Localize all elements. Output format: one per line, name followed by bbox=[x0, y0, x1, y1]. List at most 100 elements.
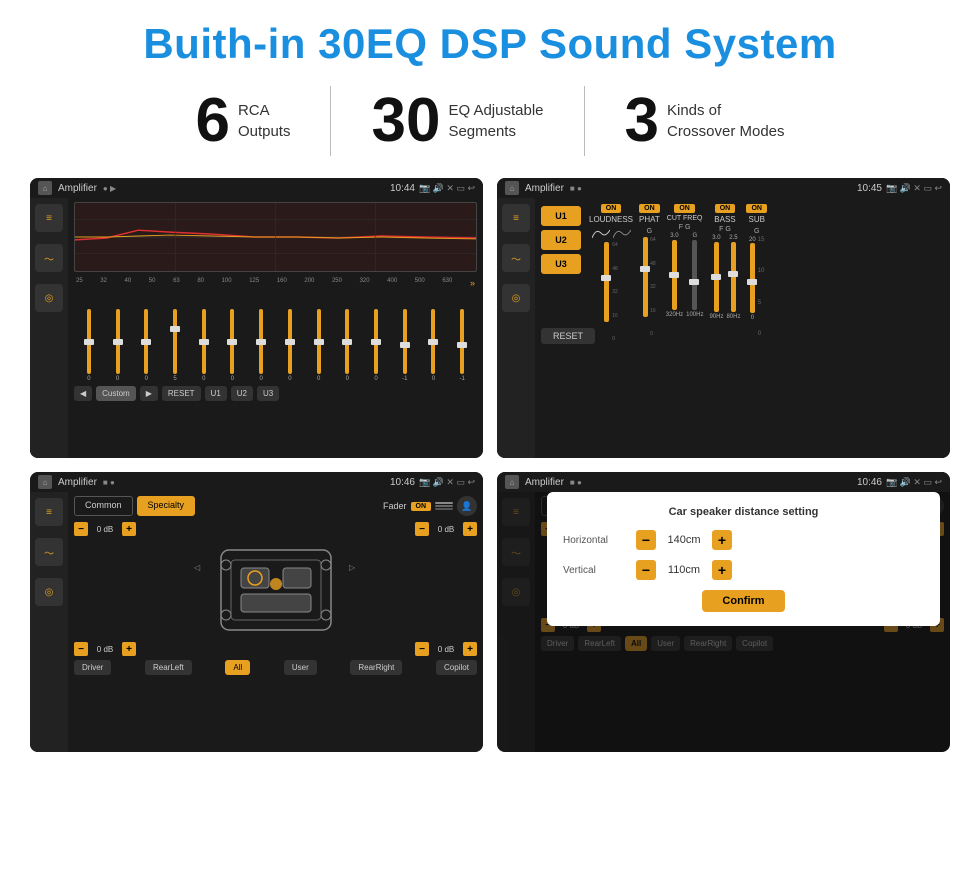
fader-status-dots: ■ ● bbox=[103, 478, 115, 487]
cross-channel-controls: ON LOUDNESS 644832160 bbox=[589, 204, 944, 322]
dialog-ctrl-2: 〜 bbox=[502, 538, 530, 566]
left-top-minus[interactable]: − bbox=[74, 522, 88, 536]
dialog-ctrl-1: ≡ bbox=[502, 498, 530, 526]
slider-7[interactable]: 0 bbox=[248, 309, 274, 382]
u2-preset[interactable]: U2 bbox=[541, 230, 581, 250]
fader-label: Fader bbox=[383, 501, 407, 511]
loudness-sliders: 644832160 bbox=[604, 242, 618, 322]
u3-preset[interactable]: U3 bbox=[541, 254, 581, 274]
screen-dialog: ⌂ Amplifier ■ ● 10:46 📷 🔊 ✕ ▭ ↩ ≡ 〜 ◎ bbox=[497, 472, 950, 752]
phat-label: PHAT bbox=[639, 215, 660, 224]
eq-ctrl-1[interactable]: ≡ bbox=[35, 204, 63, 232]
slider-12[interactable]: -1 bbox=[392, 309, 418, 382]
eq-custom-btn[interactable]: Custom bbox=[96, 386, 136, 401]
right-bot-minus[interactable]: − bbox=[415, 642, 429, 656]
bass-on[interactable]: ON bbox=[715, 204, 736, 213]
right-top-plus[interactable]: + bbox=[463, 522, 477, 536]
left-top-plus[interactable]: + bbox=[122, 522, 136, 536]
fader-tabs: Common Specialty Fader ON 👤 bbox=[74, 496, 477, 516]
slider-14[interactable]: -1 bbox=[449, 309, 475, 382]
stat-crossover-label: Kinds ofCrossover Modes bbox=[667, 100, 785, 142]
vertical-plus-btn[interactable]: + bbox=[712, 560, 732, 580]
app-label-fader: Amplifier bbox=[58, 477, 97, 488]
app-label-dialog: Amplifier bbox=[525, 477, 564, 488]
eq-u1-btn[interactable]: U1 bbox=[205, 386, 227, 401]
eq-play-btn[interactable]: ▶ bbox=[140, 386, 158, 401]
eq-reset-btn[interactable]: RESET bbox=[162, 386, 201, 401]
screen-eq: ⌂ Amplifier ● ▶ 10:44 📷 🔊 ✕ ▭ ↩ ≡ 〜 ◎ bbox=[30, 178, 483, 458]
slider-6[interactable]: 0 bbox=[220, 309, 246, 382]
screen-crossover: ⌂ Amplifier ■ ● 10:45 📷 🔊 ✕ ▭ ↩ ≡ 〜 ◎ bbox=[497, 178, 950, 458]
fader-ctrl-2[interactable]: 〜 bbox=[35, 538, 63, 566]
cross-main: U1 U2 U3 ON LOUDNESS bbox=[535, 198, 950, 458]
fader-slider-mini bbox=[435, 502, 453, 510]
tab-common[interactable]: Common bbox=[74, 496, 133, 516]
rearright-btn[interactable]: RearRight bbox=[350, 660, 402, 675]
cross-reset-btn[interactable]: RESET bbox=[541, 328, 595, 344]
cross-ctrl-1[interactable]: ≡ bbox=[502, 204, 530, 232]
fader-bottom-btns: Driver RearLeft All User RearRight Copil… bbox=[74, 660, 477, 675]
eq-ctrl-3[interactable]: ◎ bbox=[35, 284, 63, 312]
horizontal-minus-btn[interactable]: − bbox=[636, 530, 656, 550]
slider-3[interactable]: 0 bbox=[133, 309, 159, 382]
slider-8[interactable]: 0 bbox=[277, 309, 303, 382]
slider-2[interactable]: 0 bbox=[105, 309, 131, 382]
left-top-ctrl: − 0 dB + bbox=[74, 522, 136, 536]
confirm-button[interactable]: Confirm bbox=[702, 590, 784, 612]
fader-top-channels: − 0 dB + − 0 dB + bbox=[74, 522, 477, 536]
cutfreq-labels: FG bbox=[679, 224, 691, 231]
horizontal-value: 140cm bbox=[664, 534, 704, 546]
tab-specialty[interactable]: Specialty bbox=[137, 496, 196, 516]
slider-5[interactable]: 0 bbox=[191, 309, 217, 382]
u1-preset[interactable]: U1 bbox=[541, 206, 581, 226]
fader-person-icon[interactable]: 👤 bbox=[457, 496, 477, 516]
home-icon-cross[interactable]: ⌂ bbox=[505, 181, 519, 195]
eq-ctrl-2[interactable]: 〜 bbox=[35, 244, 63, 272]
eq-u2-btn[interactable]: U2 bbox=[231, 386, 253, 401]
right-top-minus[interactable]: − bbox=[415, 522, 429, 536]
bass-ctrl: ON BASS FG 3.0 90Hz 2.5 bbox=[709, 204, 740, 322]
svg-text:▷: ▷ bbox=[349, 563, 356, 572]
eq-prev-btn[interactable]: ◀ bbox=[74, 386, 92, 401]
driver-btn[interactable]: Driver bbox=[74, 660, 111, 675]
slider-9[interactable]: 0 bbox=[306, 309, 332, 382]
slider-4[interactable]: 5 bbox=[162, 309, 188, 382]
cross-ctrl-3[interactable]: ◎ bbox=[502, 284, 530, 312]
phat-on[interactable]: ON bbox=[639, 204, 660, 213]
eq-u3-btn[interactable]: U3 bbox=[257, 386, 279, 401]
home-icon-fader[interactable]: ⌂ bbox=[38, 475, 52, 489]
sub-label: SUB bbox=[749, 215, 765, 224]
horizontal-plus-btn[interactable]: + bbox=[712, 530, 732, 550]
home-icon-dialog[interactable]: ⌂ bbox=[505, 475, 519, 489]
left-bot-plus[interactable]: + bbox=[122, 642, 136, 656]
cross-ctrl-2[interactable]: 〜 bbox=[502, 244, 530, 272]
slider-13[interactable]: 0 bbox=[421, 309, 447, 382]
vertical-label: Vertical bbox=[563, 565, 628, 576]
user-btn[interactable]: User bbox=[284, 660, 317, 675]
all-btn[interactable]: All bbox=[225, 660, 250, 675]
copilot-btn[interactable]: Copilot bbox=[436, 660, 477, 675]
sub-on[interactable]: ON bbox=[746, 204, 767, 213]
vertical-minus-btn[interactable]: − bbox=[636, 560, 656, 580]
sub-sliders: 20 0 151050 bbox=[749, 237, 764, 317]
fader-spacer-top bbox=[226, 522, 326, 536]
cutfreq-on[interactable]: ON bbox=[674, 204, 695, 213]
fader-ctrl-1[interactable]: ≡ bbox=[35, 498, 63, 526]
vertical-value: 110cm bbox=[664, 564, 704, 576]
loudness-on[interactable]: ON bbox=[601, 204, 622, 213]
slider-10[interactable]: 0 bbox=[334, 309, 360, 382]
slider-1[interactable]: 0 bbox=[76, 309, 102, 382]
home-icon[interactable]: ⌂ bbox=[38, 181, 52, 195]
eq-svg bbox=[75, 203, 476, 271]
bass-label: BASS bbox=[714, 215, 735, 224]
left-bot-minus[interactable]: − bbox=[74, 642, 88, 656]
rearleft-btn[interactable]: RearLeft bbox=[145, 660, 192, 675]
cross-content: ≡ 〜 ◎ U1 U2 U3 ON bbox=[497, 198, 950, 458]
slider-11[interactable]: 0 bbox=[363, 309, 389, 382]
fader-ctrl-3[interactable]: ◎ bbox=[35, 578, 63, 606]
stats-row: 6 RCAOutputs 30 EQ AdjustableSegments 3 … bbox=[30, 86, 950, 156]
fader-bottom-channels: − 0 dB + − 0 dB + bbox=[74, 642, 477, 656]
left-top-val: 0 dB bbox=[91, 525, 119, 534]
fader-on-badge[interactable]: ON bbox=[411, 502, 432, 511]
right-bot-plus[interactable]: + bbox=[463, 642, 477, 656]
